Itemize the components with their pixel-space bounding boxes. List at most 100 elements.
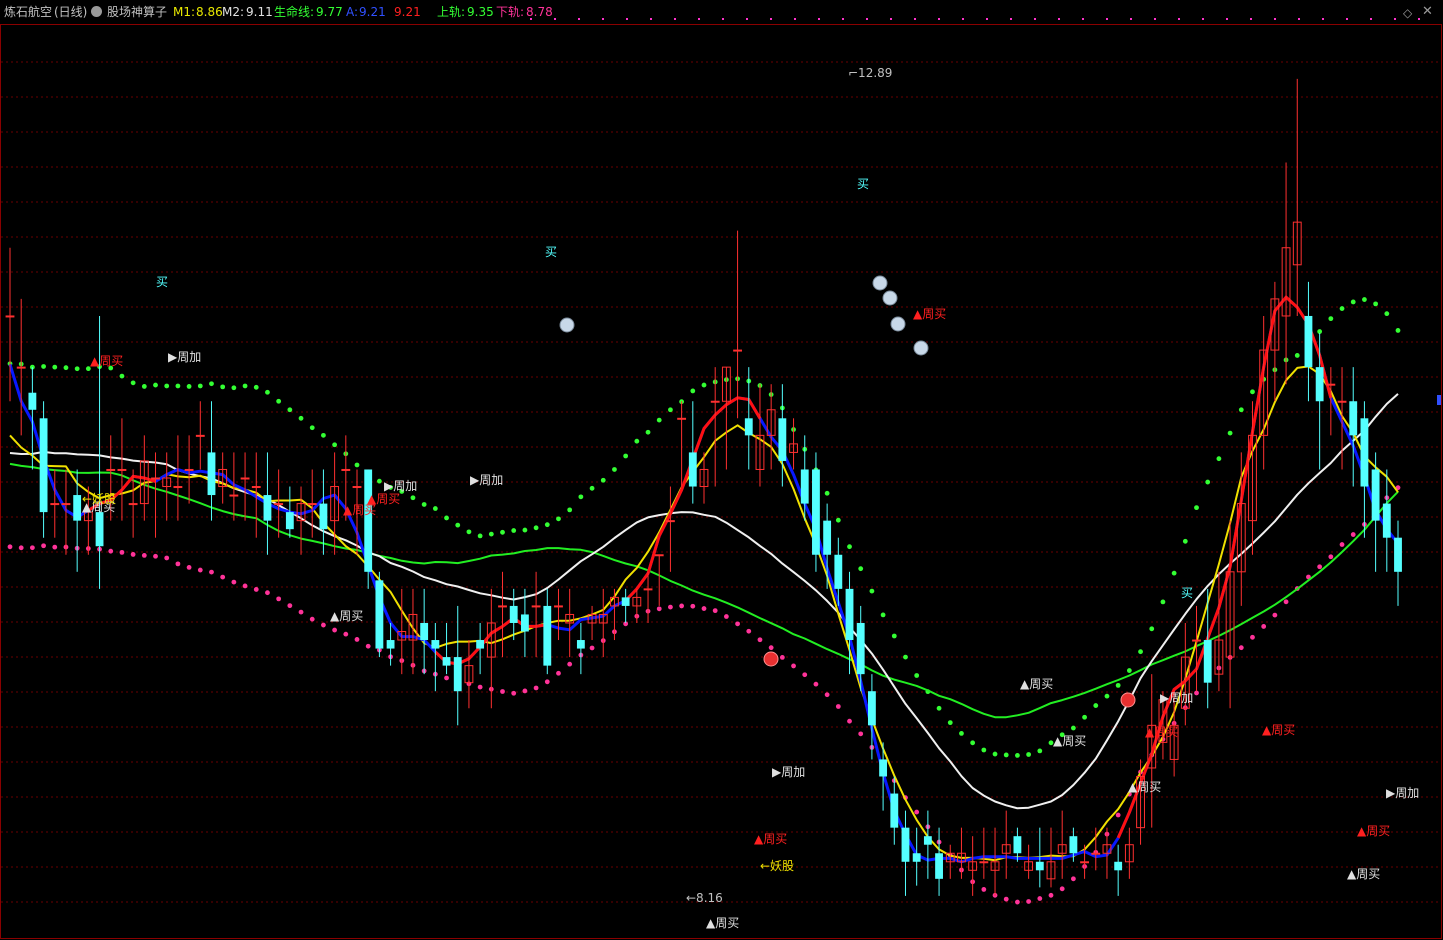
upper-band-dot [690,388,696,394]
upper-band-dot [824,490,830,496]
top-tick-mark [530,18,532,20]
upper-band-dot [265,389,270,395]
candle-body [543,605,552,666]
candle-body [274,503,284,506]
lower-band-dot [668,604,673,610]
upper-band-dot [52,364,58,370]
candle-body [1069,836,1078,854]
week-buy-signal: ▲周买 [1262,723,1295,737]
candle-body [554,605,563,608]
lower-band-dot [701,606,707,611]
lower-band-dot [813,681,819,687]
upper-band-dot [936,705,942,711]
candle-body [1371,469,1380,521]
candle-body [39,418,48,513]
lower-band-dot [1115,812,1121,818]
upper-band-dot [1328,316,1334,322]
lower-band-dot [522,688,528,694]
upper-band-dot [1082,714,1087,720]
top-tick-mark [770,18,772,20]
candle-body [923,836,932,845]
upper-band-dot [835,517,841,523]
candle-body [576,640,585,649]
week-add-signal: ▶周加 [1160,691,1193,705]
top-tick-mark [1250,18,1252,20]
candle-body [688,452,697,487]
week-add-signal: ▶周加 [384,479,417,493]
silver-signal-icon [913,340,929,356]
lower-band-dot [1059,886,1065,892]
lower-band-dot [287,603,293,609]
candle-body [207,452,216,496]
upper-band-dot [589,485,595,491]
candle-body [106,468,116,471]
upper-band-dot [1037,748,1043,754]
candle-body [184,468,194,471]
lower-band-dot [1272,612,1278,618]
candle-body [307,503,317,506]
week-add-signal: ▶周加 [1386,786,1419,800]
upper-band-dot [1350,299,1356,305]
candle-body [73,495,82,521]
candle-body [812,469,820,555]
lower-band-dot [824,692,830,698]
upper-band-dot [1216,456,1222,462]
lower-band-dot [768,645,774,651]
upper-band-dot [1250,389,1255,395]
week-buy-signal: ▲周买 [1053,734,1086,748]
candle-body [654,554,664,557]
upper-band-dot [903,654,908,660]
silver-signal-icon [872,275,888,291]
candle-body [151,477,160,480]
week-buy-signal: ▲周买 [1128,780,1161,794]
candle-body [420,622,429,641]
lower-band-dot [242,583,248,589]
candle-body [375,580,384,649]
top-tick-mark [1346,18,1348,20]
silver-signal-icon [882,290,898,306]
upper-band-dot [578,494,584,500]
candle-body [386,640,395,649]
top-tick-mark [866,18,868,20]
lower-band-dot [365,643,371,649]
upper-band-dot [914,673,920,678]
upper-band-dot [656,417,662,423]
red-signal-icon [1120,692,1136,708]
lower-band-dot [1037,896,1043,901]
silver-signal-icon [890,316,906,332]
candle-body [431,640,440,649]
upper-band-dot [1395,328,1401,333]
candle-body [128,503,138,506]
candle-body [285,512,294,530]
upper-band-dot [947,720,953,726]
candle-body [195,434,205,437]
candle-body [476,640,485,649]
lower-band-dot [656,606,662,612]
upper-band-dot [455,522,461,528]
upper-band-dot [1015,752,1020,758]
candle-body [1114,861,1123,871]
candle-body [1013,836,1022,854]
candle-body [442,657,451,666]
lower-band-dot [746,628,752,634]
upper-band-dot [209,381,214,387]
week-buy-signal: ▲周买 [1145,725,1178,739]
candle-body [95,512,104,547]
lower-band-dot [444,675,449,681]
top-tick-mark [1298,18,1300,20]
lower-band-dot [321,622,326,628]
top-tick-mark [1082,18,1084,20]
top-tick-mark [626,18,628,20]
lower-band-dot [108,548,114,554]
lower-band-dot [1317,564,1323,570]
low-price-label: ←8.16 [686,891,723,905]
upper-band-dot [1160,599,1166,605]
candle-body [1382,503,1391,538]
upper-band-dot [1205,479,1211,485]
upper-band-dot [1227,430,1233,436]
price-chart[interactable]: ⌐12.89←8.16买买买买▲周买▲周买▲周买▲周买▲周买▲周买▲周买▲周买▲… [0,0,1443,940]
lower-band-dot [1003,896,1009,902]
candle-body [867,691,876,726]
upper-band-dot [153,382,158,388]
candle-body [28,392,37,410]
